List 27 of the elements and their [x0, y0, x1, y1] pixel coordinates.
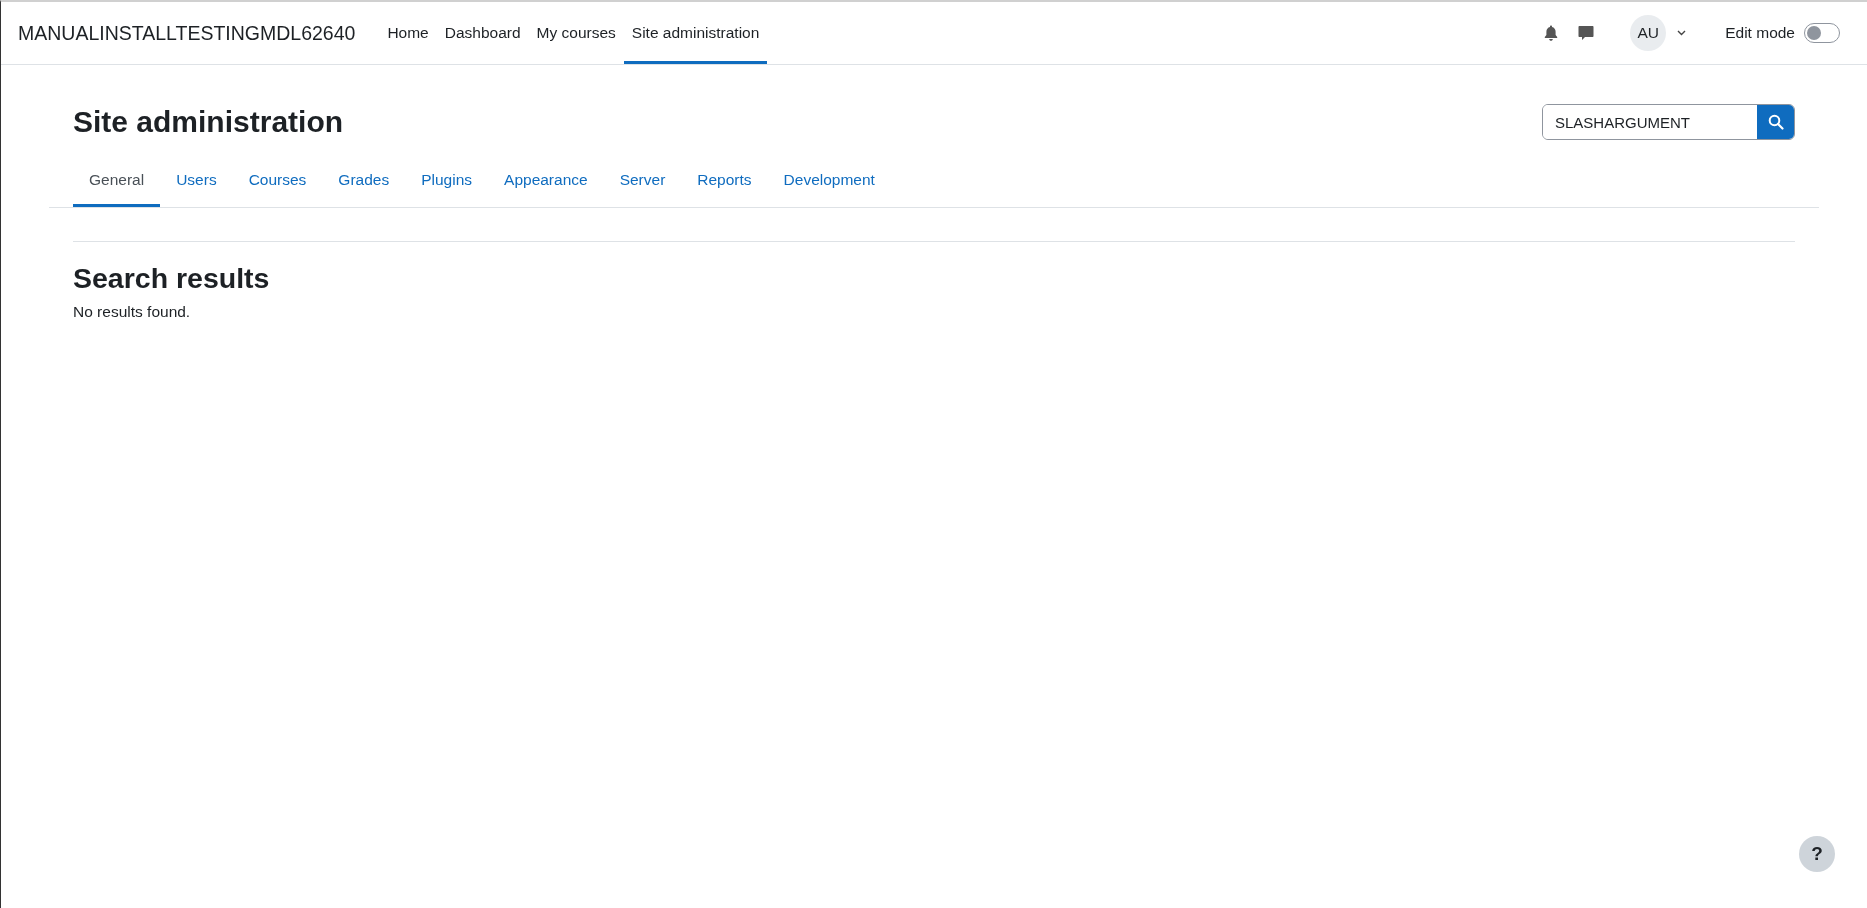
user-avatar[interactable]: AU	[1630, 15, 1667, 51]
nav-link[interactable]: Dashboard	[436, 2, 529, 64]
tab[interactable]: Development	[767, 157, 891, 207]
nav-link[interactable]: Site administration	[623, 2, 768, 64]
tab[interactable]: Appearance	[488, 157, 604, 207]
tab[interactable]: Reports	[681, 157, 768, 207]
search-icon	[1767, 114, 1784, 130]
tab[interactable]: Courses	[232, 157, 323, 207]
nav-link[interactable]: Home	[379, 2, 437, 64]
tab[interactable]: Grades	[322, 157, 406, 207]
tab[interactable]: Plugins	[405, 157, 489, 207]
search-field[interactable]: SLASHARGUMENT	[1542, 104, 1795, 140]
nav-link[interactable]: My courses	[528, 2, 624, 64]
search-button[interactable]	[1757, 105, 1794, 139]
edit-mode-toggle[interactable]	[1804, 23, 1840, 43]
tab[interactable]: Server	[603, 157, 682, 207]
tab[interactable]: Users	[160, 157, 233, 207]
results-message: No results found.	[73, 303, 192, 321]
help-button[interactable]: ?	[1799, 836, 1835, 872]
edit-mode-label: Edit mode	[1725, 24, 1795, 42]
bell-icon[interactable]	[1544, 25, 1559, 41]
caret-icon[interactable]	[1677, 30, 1687, 36]
results-heading: Search results	[73, 262, 271, 295]
page-title: Site administration	[73, 105, 344, 139]
tab[interactable]: General	[73, 157, 161, 207]
chat-bubble-icon[interactable]	[1578, 25, 1595, 41]
site-name[interactable]: MANUALINSTALLTESTINGMDL62640	[18, 21, 356, 45]
